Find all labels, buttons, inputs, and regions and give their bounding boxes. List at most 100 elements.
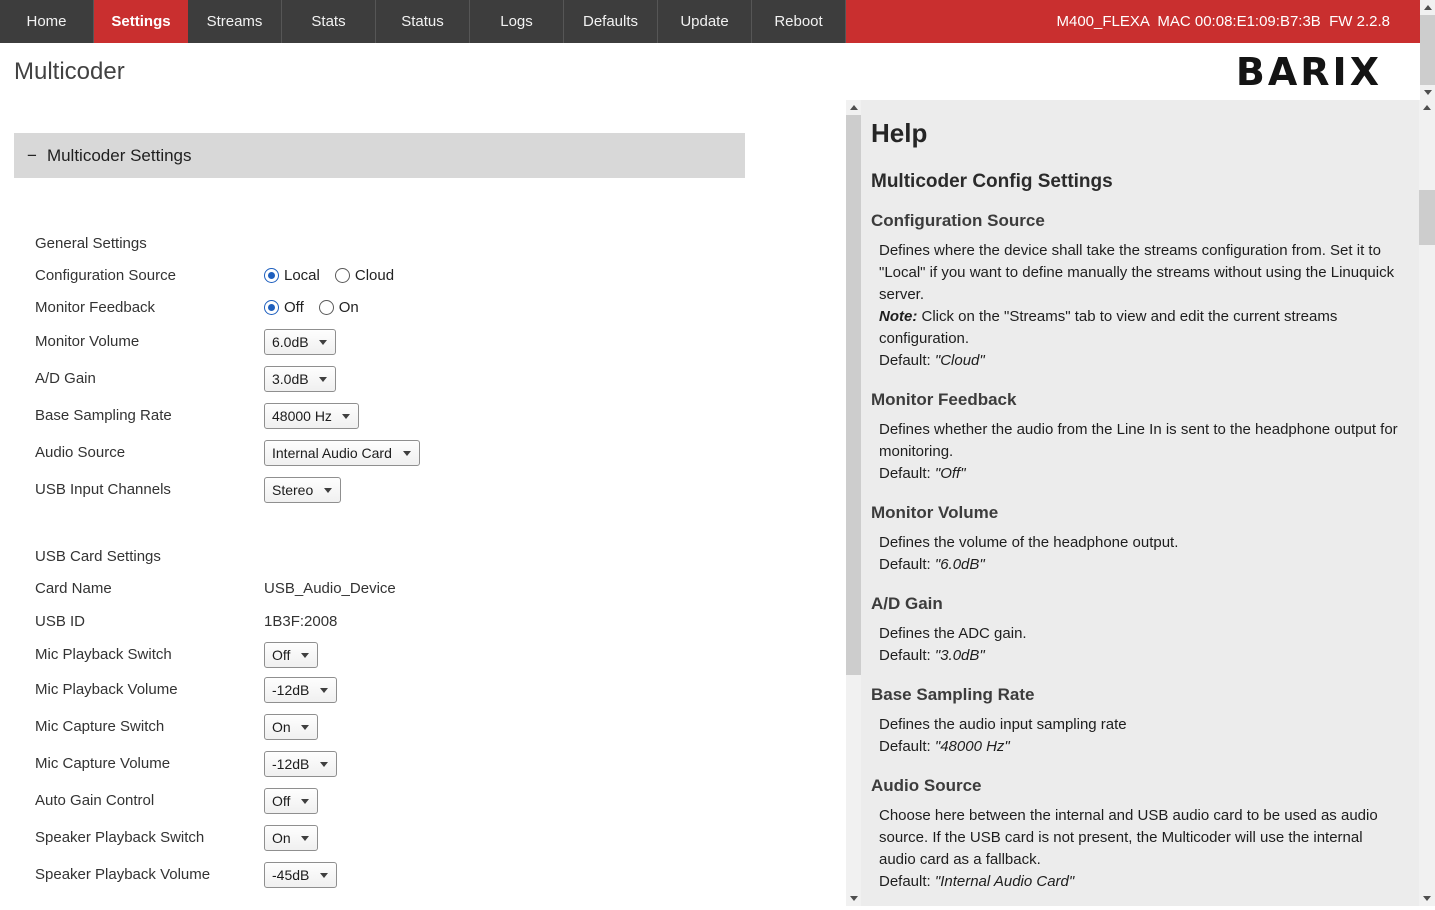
- field-row-speaker-playback-volume: Speaker Playback Volume -45dB: [35, 856, 846, 893]
- field-label: Configuration Source: [35, 267, 264, 284]
- scroll-up-button[interactable]: [1420, 0, 1435, 15]
- tab-logs[interactable]: Logs: [470, 0, 564, 43]
- usb-id-value: 1B3F:2008: [264, 613, 337, 630]
- field-row-auto-gain-control: Auto Gain Control Off: [35, 782, 846, 819]
- scroll-down-button[interactable]: [846, 891, 861, 906]
- help-section-default: Default: "3.0dB": [879, 645, 1399, 667]
- tab-update[interactable]: Update: [658, 0, 752, 43]
- help-section-body: Defines whether the audio from the Line …: [879, 419, 1399, 463]
- scroll-down-button[interactable]: [1419, 891, 1435, 906]
- field-label: USB Input Channels: [35, 481, 264, 498]
- speaker-playback-volume-select-wrap: -45dB: [264, 862, 337, 888]
- help-section-body: Defines the volume of the headphone outp…: [879, 532, 1399, 554]
- tab-home[interactable]: Home: [0, 0, 94, 43]
- field-label: Audio Source: [35, 444, 264, 461]
- monitor-volume-select[interactable]: 6.0dB: [264, 329, 336, 355]
- speaker-playback-volume-select[interactable]: -45dB: [264, 862, 337, 888]
- field-label: Base Sampling Rate: [35, 407, 264, 424]
- speaker-playback-switch-select-wrap: On: [264, 825, 318, 851]
- help-section-default: Default: "48000 Hz": [879, 736, 1399, 758]
- help-section-title: Monitor Volume: [871, 503, 1391, 523]
- page-title: Multicoder: [14, 58, 125, 86]
- mic-capture-volume-select-wrap: -12dB: [264, 751, 337, 777]
- field-row-speaker-playback-switch: Speaker Playback Switch On: [35, 819, 846, 856]
- mic-capture-switch-select-wrap: On: [264, 714, 318, 740]
- tab-defaults[interactable]: Defaults: [564, 0, 658, 43]
- base-sampling-rate-select[interactable]: 48000 Hz: [264, 403, 359, 429]
- audio-source-select[interactable]: Internal Audio Card: [264, 440, 420, 466]
- field-row-monitor-feedback: Monitor Feedback Off On: [35, 291, 846, 323]
- field-row-mic-capture-volume: Mic Capture Volume -12dB: [35, 745, 846, 782]
- scroll-thumb[interactable]: [1420, 15, 1435, 85]
- auto-gain-control-select[interactable]: Off: [264, 788, 318, 814]
- field-label: Mic Playback Switch: [35, 646, 264, 663]
- field-label: Auto Gain Control: [35, 792, 264, 809]
- barix-logo: BARIX: [1236, 50, 1382, 94]
- top-frame-scrollbar[interactable]: [1420, 0, 1435, 100]
- monitor-volume-select-wrap: 6.0dB: [264, 329, 336, 355]
- content-area: − Multicoder Settings General Settings C…: [0, 100, 1435, 906]
- help-section-body: Defines where the device shall take the …: [879, 240, 1399, 306]
- help-section-title: Monitor Feedback: [871, 390, 1391, 410]
- help-section-title: Audio Source: [871, 776, 1391, 796]
- tab-streams[interactable]: Streams: [188, 0, 282, 43]
- help-section-body: Defines the ADC gain.: [879, 623, 1399, 645]
- mic-playback-switch-select[interactable]: Off: [264, 642, 318, 668]
- scroll-down-button[interactable]: [1420, 85, 1435, 100]
- help-pane-scrollbar[interactable]: [1419, 100, 1435, 906]
- scroll-up-button[interactable]: [846, 100, 861, 115]
- radio-label-local: Local: [284, 267, 320, 284]
- field-label: Speaker Playback Switch: [35, 829, 264, 846]
- help-section-default: Default: "Cloud": [879, 350, 1399, 372]
- multicoder-settings-section-header[interactable]: − Multicoder Settings: [14, 133, 745, 178]
- field-row-mic-playback-volume: Mic Playback Volume -12dB: [35, 671, 846, 708]
- field-row-usb-input-channels: USB Input Channels Stereo: [35, 471, 846, 508]
- field-row-base-sampling-rate: Base Sampling Rate 48000 Hz: [35, 397, 846, 434]
- help-section-title: Configuration Source: [871, 211, 1391, 231]
- page-header: Multicoder BARIX: [0, 43, 1420, 100]
- field-row-configuration-source: Configuration Source Local Cloud: [35, 259, 846, 291]
- tab-stats[interactable]: Stats: [282, 0, 376, 43]
- device-info: M400_FLEXA MAC 00:08:E1:09:B7:3B FW 2.2.…: [1056, 0, 1420, 43]
- scroll-thumb[interactable]: [1419, 190, 1435, 245]
- monitor-feedback-off-radio[interactable]: [264, 300, 279, 315]
- usb-input-channels-select-wrap: Stereo: [264, 477, 341, 503]
- help-section-audio-source: Audio Source Choose here between the int…: [871, 776, 1391, 893]
- help-section-monitor-volume: Monitor Volume Defines the volume of the…: [871, 503, 1391, 576]
- mic-playback-volume-select[interactable]: -12dB: [264, 677, 337, 703]
- help-section-title: Base Sampling Rate: [871, 685, 1391, 705]
- field-row-usb-id: USB ID 1B3F:2008: [35, 605, 846, 638]
- configuration-source-cloud-radio[interactable]: [335, 268, 350, 283]
- field-row-card-name: Card Name USB_Audio_Device: [35, 572, 846, 605]
- mic-capture-volume-select[interactable]: -12dB: [264, 751, 337, 777]
- field-label: Monitor Volume: [35, 333, 264, 350]
- arrow-down-icon: [1423, 896, 1431, 901]
- field-row-mic-playback-switch: Mic Playback Switch Off: [35, 638, 846, 671]
- tab-status[interactable]: Status: [376, 0, 470, 43]
- arrow-up-icon: [1424, 5, 1432, 10]
- scroll-up-button[interactable]: [1419, 100, 1435, 115]
- usb-input-channels-select[interactable]: Stereo: [264, 477, 341, 503]
- mic-capture-switch-select[interactable]: On: [264, 714, 318, 740]
- settings-form: General Settings Configuration Source Lo…: [35, 227, 846, 893]
- settings-pane-scrollbar[interactable]: [846, 100, 861, 906]
- ad-gain-select[interactable]: 3.0dB: [264, 366, 336, 392]
- monitor-feedback-on-radio[interactable]: [319, 300, 334, 315]
- field-label: Mic Capture Volume: [35, 755, 264, 772]
- speaker-playback-switch-select[interactable]: On: [264, 825, 318, 851]
- field-label: USB ID: [35, 613, 264, 630]
- tab-reboot[interactable]: Reboot: [752, 0, 846, 43]
- tab-settings[interactable]: Settings: [94, 0, 188, 43]
- field-row-audio-source: Audio Source Internal Audio Card: [35, 434, 846, 471]
- arrow-up-icon: [1423, 105, 1431, 110]
- main-nav: Home Settings Streams Stats Status Logs …: [0, 0, 1420, 43]
- arrow-down-icon: [1424, 90, 1432, 95]
- settings-pane: − Multicoder Settings General Settings C…: [0, 100, 846, 906]
- ad-gain-select-wrap: 3.0dB: [264, 366, 336, 392]
- collapse-icon[interactable]: −: [27, 146, 37, 166]
- scroll-thumb[interactable]: [846, 115, 861, 675]
- help-section-note: Note: Click on the "Streams" tab to view…: [879, 306, 1399, 350]
- field-row-monitor-volume: Monitor Volume 6.0dB: [35, 323, 846, 360]
- field-label: Mic Playback Volume: [35, 681, 264, 698]
- configuration-source-local-radio[interactable]: [264, 268, 279, 283]
